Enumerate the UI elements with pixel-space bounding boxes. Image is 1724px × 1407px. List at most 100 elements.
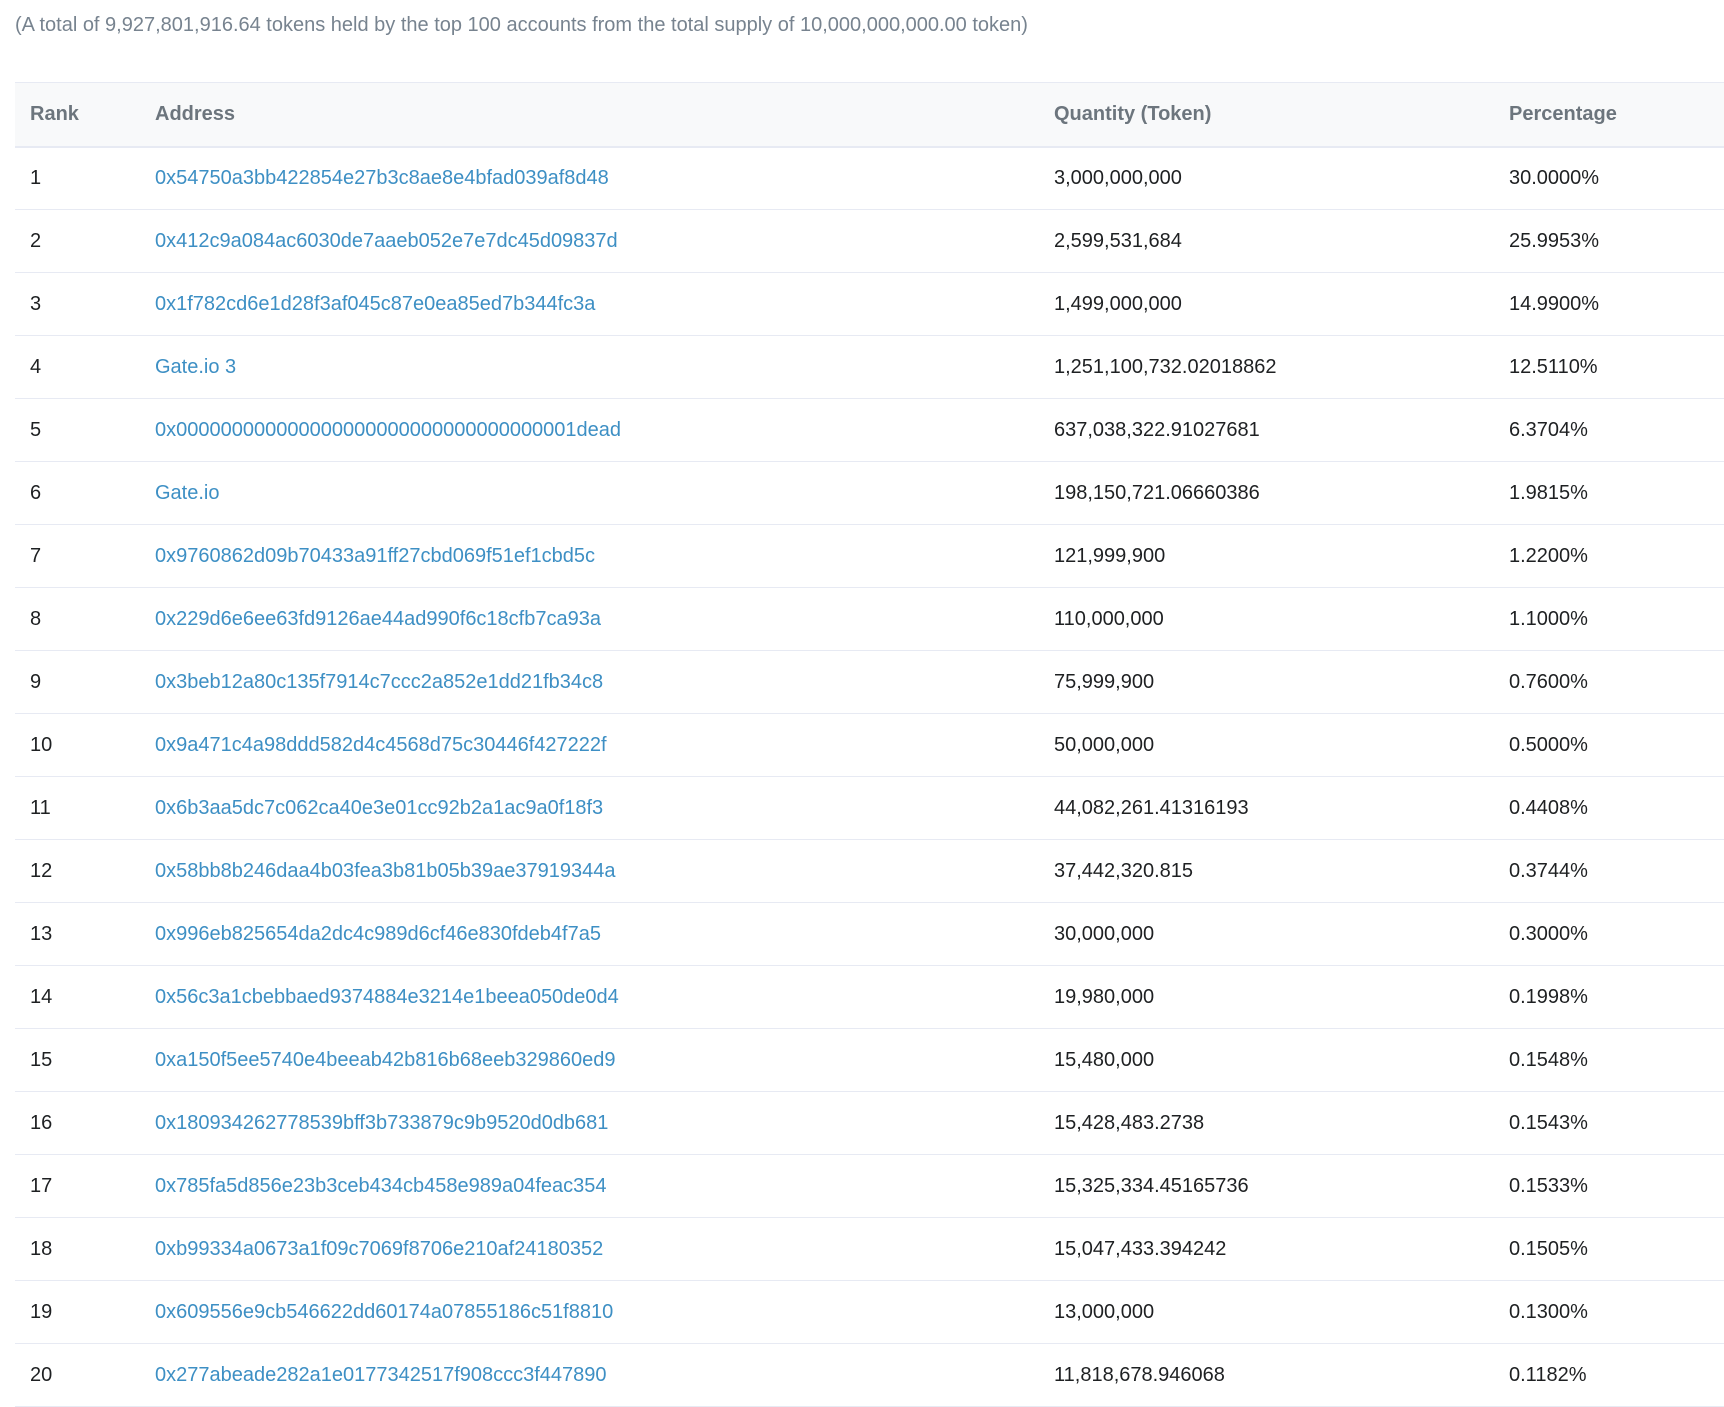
address-link[interactable]: 0x1f782cd6e1d28f3af045c87e0ea85ed7b344fc… bbox=[155, 293, 595, 315]
address-cell: 0x277abeade282a1e0177342517f908ccc3f4478… bbox=[155, 1343, 1054, 1407]
address-link[interactable]: 0x180934262778539bff3b733879c9b9520d0db6… bbox=[155, 1112, 608, 1134]
percentage-cell: 12.5110% bbox=[1509, 335, 1724, 399]
quantity-cell: 13,000,000 bbox=[1054, 1280, 1509, 1344]
address-cell: Gate.io 3 bbox=[155, 335, 1054, 399]
address-link[interactable]: 0x6b3aa5dc7c062ca40e3e01cc92b2a1ac9a0f18… bbox=[155, 797, 603, 819]
rank-cell: 7 bbox=[15, 524, 155, 588]
address-link[interactable]: 0xb99334a0673a1f09c7069f8706e210af241803… bbox=[155, 1238, 603, 1260]
quantity-cell: 15,428,483.2738 bbox=[1054, 1091, 1509, 1155]
rank-cell: 3 bbox=[15, 272, 155, 336]
column-header-address: Address bbox=[155, 82, 1054, 148]
percentage-cell: 0.1543% bbox=[1509, 1091, 1724, 1155]
percentage-cell: 0.1505% bbox=[1509, 1217, 1724, 1281]
table-row: 17 0x785fa5d856e23b3ceb434cb458e989a04fea… bbox=[15, 1154, 1724, 1218]
address-cell: 0x58bb8b246daa4b03fea3b81b05b39ae3791934… bbox=[155, 839, 1054, 903]
address-link[interactable]: 0x229d6e6ee63fd9126ae44ad990f6c18cfb7ca9… bbox=[155, 608, 601, 630]
rank-cell: 1 bbox=[15, 146, 155, 210]
table-row: 4 Gate.io 3 1,251,100,732.02018862 12.5110% bbox=[15, 335, 1724, 399]
column-header-percentage: Percentage bbox=[1509, 82, 1724, 148]
quantity-cell: 637,038,322.91027681 bbox=[1054, 398, 1509, 462]
rank-cell: 10 bbox=[15, 713, 155, 777]
rank-cell: 13 bbox=[15, 902, 155, 966]
address-cell: 0x229d6e6ee63fd9126ae44ad990f6c18cfb7ca9… bbox=[155, 587, 1054, 651]
quantity-cell: 75,999,900 bbox=[1054, 650, 1509, 714]
address-cell: 0x6b3aa5dc7c062ca40e3e01cc92b2a1ac9a0f18… bbox=[155, 776, 1054, 840]
address-link[interactable]: 0x412c9a084ac6030de7aaeb052e7e7dc45d0983… bbox=[155, 230, 618, 252]
address-link[interactable]: 0x996eb825654da2dc4c989d6cf46e830fdeb4f7… bbox=[155, 923, 601, 945]
address-link[interactable]: 0x609556e9cb546622dd60174a07855186c51f88… bbox=[155, 1301, 613, 1323]
percentage-cell: 0.5000% bbox=[1509, 713, 1724, 777]
percentage-cell: 0.3744% bbox=[1509, 839, 1724, 903]
percentage-cell: 0.1533% bbox=[1509, 1154, 1724, 1218]
percentage-cell: 0.1548% bbox=[1509, 1028, 1724, 1092]
address-cell: 0x9a471c4a98ddd582d4c4568d75c30446f42722… bbox=[155, 713, 1054, 777]
quantity-cell: 15,480,000 bbox=[1054, 1028, 1509, 1092]
address-cell: 0x1f782cd6e1d28f3af045c87e0ea85ed7b344fc… bbox=[155, 272, 1054, 336]
table-row: 10 0x9a471c4a98ddd582d4c4568d75c30446f427… bbox=[15, 713, 1724, 777]
rank-cell: 19 bbox=[15, 1280, 155, 1344]
quantity-cell: 198,150,721.06660386 bbox=[1054, 461, 1509, 525]
rank-cell: 17 bbox=[15, 1154, 155, 1218]
address-link[interactable]: 0x000000000000000000000000000000000001de… bbox=[155, 419, 621, 441]
table-row: 19 0x609556e9cb546622dd60174a07855186c51f… bbox=[15, 1280, 1724, 1344]
column-header-rank: Rank bbox=[15, 82, 155, 148]
rank-cell: 9 bbox=[15, 650, 155, 714]
address-cell: 0x54750a3bb422854e27b3c8ae8e4bfad039af8d… bbox=[155, 146, 1054, 210]
table-body: 1 0x54750a3bb422854e27b3c8ae8e4bfad039af8… bbox=[15, 146, 1724, 1407]
percentage-cell: 0.4408% bbox=[1509, 776, 1724, 840]
table-row: 12 0x58bb8b246daa4b03fea3b81b05b39ae37919… bbox=[15, 839, 1724, 903]
address-link[interactable]: 0x54750a3bb422854e27b3c8ae8e4bfad039af8d… bbox=[155, 167, 609, 189]
quantity-cell: 15,047,433.394242 bbox=[1054, 1217, 1509, 1281]
table-row: 6 Gate.io 198,150,721.06660386 1.9815% bbox=[15, 461, 1724, 525]
quantity-cell: 19,980,000 bbox=[1054, 965, 1509, 1029]
address-cell: 0x609556e9cb546622dd60174a07855186c51f88… bbox=[155, 1280, 1054, 1344]
rank-cell: 12 bbox=[15, 839, 155, 903]
table-row: 5 0x000000000000000000000000000000000001d… bbox=[15, 398, 1724, 462]
percentage-cell: 14.9900% bbox=[1509, 272, 1724, 336]
address-link[interactable]: 0x3beb12a80c135f7914c7ccc2a852e1dd21fb34… bbox=[155, 671, 603, 693]
address-link[interactable]: Gate.io bbox=[155, 482, 219, 504]
address-link[interactable]: Gate.io 3 bbox=[155, 356, 236, 378]
rank-cell: 18 bbox=[15, 1217, 155, 1281]
address-cell: 0x996eb825654da2dc4c989d6cf46e830fdeb4f7… bbox=[155, 902, 1054, 966]
table-header-row: Rank Address Quantity (Token) Percentage bbox=[15, 82, 1724, 148]
table-row: 20 0x277abeade282a1e0177342517f908ccc3f44… bbox=[15, 1343, 1724, 1407]
quantity-cell: 30,000,000 bbox=[1054, 902, 1509, 966]
percentage-cell: 0.1182% bbox=[1509, 1343, 1724, 1407]
percentage-cell: 6.3704% bbox=[1509, 398, 1724, 462]
address-link[interactable]: 0x9a471c4a98ddd582d4c4568d75c30446f42722… bbox=[155, 734, 607, 756]
address-cell: Gate.io bbox=[155, 461, 1054, 525]
table-row: 14 0x56c3a1cbebbaed9374884e3214e1beea050d… bbox=[15, 965, 1724, 1029]
quantity-cell: 11,818,678.946068 bbox=[1054, 1343, 1509, 1407]
quantity-cell: 1,499,000,000 bbox=[1054, 272, 1509, 336]
table-row: 9 0x3beb12a80c135f7914c7ccc2a852e1dd21fb3… bbox=[15, 650, 1724, 714]
rank-cell: 20 bbox=[15, 1343, 155, 1407]
address-link[interactable]: 0x56c3a1cbebbaed9374884e3214e1beea050de0… bbox=[155, 986, 619, 1008]
table-row: 3 0x1f782cd6e1d28f3af045c87e0ea85ed7b344f… bbox=[15, 272, 1724, 336]
rank-cell: 15 bbox=[15, 1028, 155, 1092]
address-link[interactable]: 0x9760862d09b70433a91ff27cbd069f51ef1cbd… bbox=[155, 545, 595, 567]
address-link[interactable]: 0xa150f5ee5740e4beeab42b816b68eeb329860e… bbox=[155, 1049, 615, 1071]
table-row: 16 0x180934262778539bff3b733879c9b9520d0d… bbox=[15, 1091, 1724, 1155]
table-row: 11 0x6b3aa5dc7c062ca40e3e01cc92b2a1ac9a0f… bbox=[15, 776, 1724, 840]
quantity-cell: 121,999,900 bbox=[1054, 524, 1509, 588]
address-cell: 0x9760862d09b70433a91ff27cbd069f51ef1cbd… bbox=[155, 524, 1054, 588]
percentage-cell: 1.2200% bbox=[1509, 524, 1724, 588]
percentage-cell: 0.1300% bbox=[1509, 1280, 1724, 1344]
address-cell: 0xa150f5ee5740e4beeab42b816b68eeb329860e… bbox=[155, 1028, 1054, 1092]
rank-cell: 5 bbox=[15, 398, 155, 462]
address-link[interactable]: 0x785fa5d856e23b3ceb434cb458e989a04feac3… bbox=[155, 1175, 607, 1197]
address-cell: 0x000000000000000000000000000000000001de… bbox=[155, 398, 1054, 462]
table-row: 2 0x412c9a084ac6030de7aaeb052e7e7dc45d098… bbox=[15, 209, 1724, 273]
address-cell: 0x412c9a084ac6030de7aaeb052e7e7dc45d0983… bbox=[155, 209, 1054, 273]
percentage-cell: 1.1000% bbox=[1509, 587, 1724, 651]
quantity-cell: 50,000,000 bbox=[1054, 713, 1509, 777]
percentage-cell: 0.1998% bbox=[1509, 965, 1724, 1029]
address-link[interactable]: 0x277abeade282a1e0177342517f908ccc3f4478… bbox=[155, 1364, 607, 1386]
quantity-cell: 37,442,320.815 bbox=[1054, 839, 1509, 903]
token-holders-table: Rank Address Quantity (Token) Percentage… bbox=[15, 82, 1724, 1407]
quantity-cell: 3,000,000,000 bbox=[1054, 146, 1509, 210]
column-header-quantity: Quantity (Token) bbox=[1054, 82, 1509, 148]
address-link[interactable]: 0x58bb8b246daa4b03fea3b81b05b39ae3791934… bbox=[155, 860, 615, 882]
address-cell: 0x3beb12a80c135f7914c7ccc2a852e1dd21fb34… bbox=[155, 650, 1054, 714]
